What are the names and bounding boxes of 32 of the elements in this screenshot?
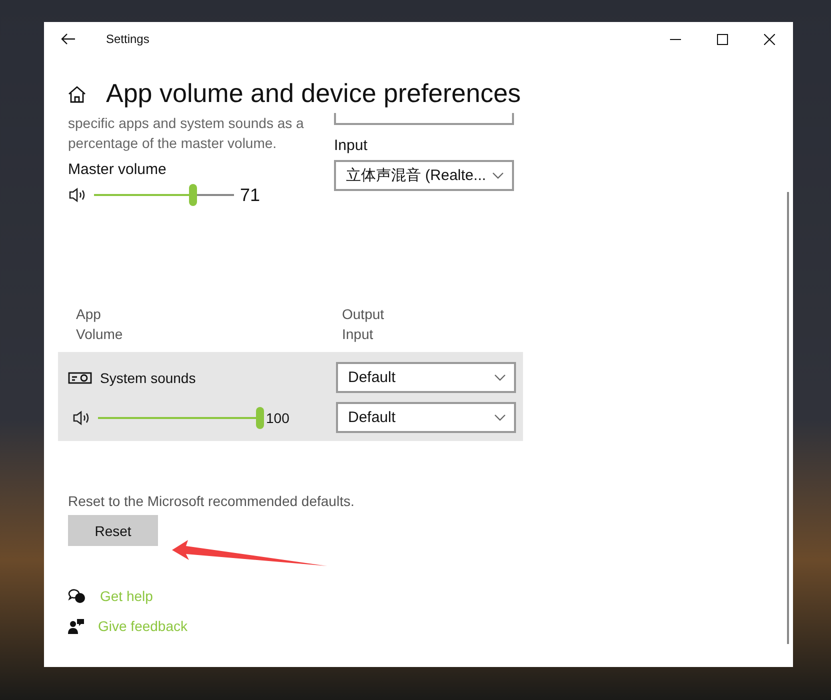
dropdown[interactable]: 立体声混音 (Realte... bbox=[334, 160, 514, 191]
column-header: Input bbox=[342, 325, 374, 344]
description-text: specific apps and system sounds as a percentage of the master volume. bbox=[68, 114, 305, 153]
volume-reading: 71 bbox=[240, 184, 260, 206]
dropdown[interactable] bbox=[334, 113, 514, 125]
speaker-device-icon bbox=[68, 370, 92, 384]
chat-help-icon bbox=[68, 588, 86, 604]
column-header: Volume bbox=[76, 325, 124, 344]
volume-slider[interactable] bbox=[94, 184, 234, 206]
chevron-down-icon bbox=[494, 374, 506, 382]
slider-thumb[interactable] bbox=[256, 406, 264, 428]
dropdown[interactable]: Default bbox=[336, 362, 516, 393]
dropdown[interactable]: Default bbox=[336, 402, 516, 433]
column-header: Output bbox=[342, 305, 386, 324]
window-title: Settings bbox=[106, 32, 150, 46]
master-volume-label: Master volume bbox=[68, 161, 168, 178]
chevron-down-icon bbox=[492, 172, 504, 180]
scrollbar[interactable] bbox=[787, 192, 789, 644]
volume-reading: 100 bbox=[266, 410, 290, 426]
back-arrow-icon[interactable] bbox=[61, 33, 75, 45]
maximize-icon[interactable] bbox=[717, 34, 728, 44]
page-title: App volume and device preferences bbox=[106, 78, 521, 109]
reset-description: Reset to the Microsoft recommended defaults. bbox=[68, 493, 356, 509]
reset-button[interactable]: Reset bbox=[68, 515, 158, 546]
slider-thumb[interactable] bbox=[189, 184, 198, 206]
close-icon[interactable] bbox=[764, 34, 775, 44]
home-icon[interactable] bbox=[68, 84, 86, 102]
chevron-down-icon bbox=[494, 414, 506, 422]
person-feedback-icon bbox=[68, 618, 84, 634]
app-name: System sounds bbox=[100, 370, 196, 386]
input-label: Input bbox=[334, 137, 368, 154]
column-header: App bbox=[76, 305, 102, 324]
